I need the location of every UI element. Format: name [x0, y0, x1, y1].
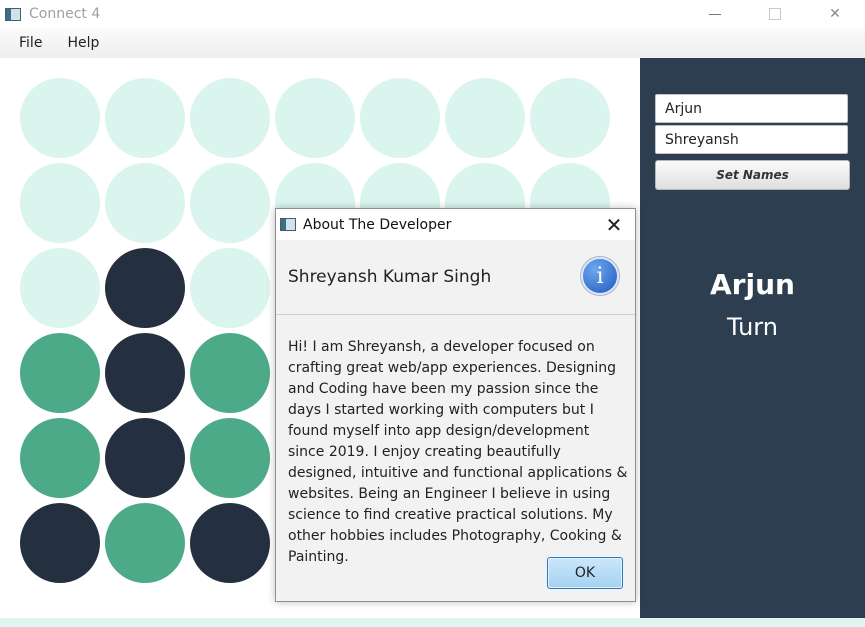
player1-disc[interactable]	[190, 333, 270, 413]
minimize-button[interactable]	[685, 0, 745, 28]
menu-bar: File Help	[0, 28, 865, 58]
player2-disc[interactable]	[105, 418, 185, 498]
empty-slot[interactable]	[20, 78, 100, 158]
empty-slot[interactable]	[190, 78, 270, 158]
close-icon: ✕	[829, 6, 841, 22]
empty-slot[interactable]	[360, 78, 440, 158]
app-icon	[5, 7, 21, 21]
player1-disc[interactable]	[20, 418, 100, 498]
player1-disc[interactable]	[105, 503, 185, 583]
player1-disc[interactable]	[20, 333, 100, 413]
empty-slot[interactable]	[105, 78, 185, 158]
empty-slot[interactable]	[190, 163, 270, 243]
ok-button[interactable]: OK	[547, 557, 623, 589]
player2-name-input[interactable]	[655, 125, 848, 154]
maximize-icon	[769, 8, 781, 20]
maximize-button[interactable]	[745, 0, 805, 28]
dialog-app-icon	[280, 218, 296, 231]
dialog-header: Shreyansh Kumar Singh i	[276, 240, 635, 315]
minimize-icon	[709, 13, 721, 15]
current-player-name: Arjun	[710, 268, 795, 301]
empty-slot[interactable]	[530, 78, 610, 158]
bottom-strip	[0, 618, 865, 627]
empty-slot[interactable]	[105, 163, 185, 243]
player2-disc[interactable]	[20, 503, 100, 583]
about-dialog: About The Developer ✕ Shreyansh Kumar Si…	[275, 208, 636, 602]
close-button[interactable]: ✕	[805, 0, 865, 28]
info-glyph: i	[596, 263, 604, 289]
window-controls: ✕	[685, 0, 865, 28]
dialog-body-text: Hi! I am Shreyansh, a developer focused …	[288, 339, 628, 565]
window-titlebar: Connect 4 ✕	[0, 0, 865, 28]
player2-disc[interactable]	[190, 503, 270, 583]
window-title: Connect 4	[29, 6, 101, 22]
info-icon: i	[581, 257, 619, 295]
player1-name-input[interactable]	[655, 94, 848, 123]
dialog-title: About The Developer	[303, 216, 452, 233]
player2-disc[interactable]	[105, 333, 185, 413]
empty-slot[interactable]	[20, 248, 100, 328]
turn-label: Turn	[727, 313, 778, 341]
empty-slot[interactable]	[20, 163, 100, 243]
player2-disc[interactable]	[105, 248, 185, 328]
player1-disc[interactable]	[190, 418, 270, 498]
close-icon: ✕	[605, 212, 623, 237]
menu-file[interactable]: File	[9, 35, 52, 51]
empty-slot[interactable]	[445, 78, 525, 158]
empty-slot[interactable]	[275, 78, 355, 158]
menu-help[interactable]: Help	[57, 35, 109, 51]
dialog-close-button[interactable]: ✕	[593, 209, 635, 240]
dialog-titlebar: About The Developer ✕	[276, 209, 635, 240]
empty-slot[interactable]	[190, 248, 270, 328]
side-panel: Set Names Arjun Turn	[640, 58, 865, 618]
developer-name: Shreyansh Kumar Singh	[288, 267, 492, 287]
set-names-button[interactable]: Set Names	[655, 160, 850, 190]
